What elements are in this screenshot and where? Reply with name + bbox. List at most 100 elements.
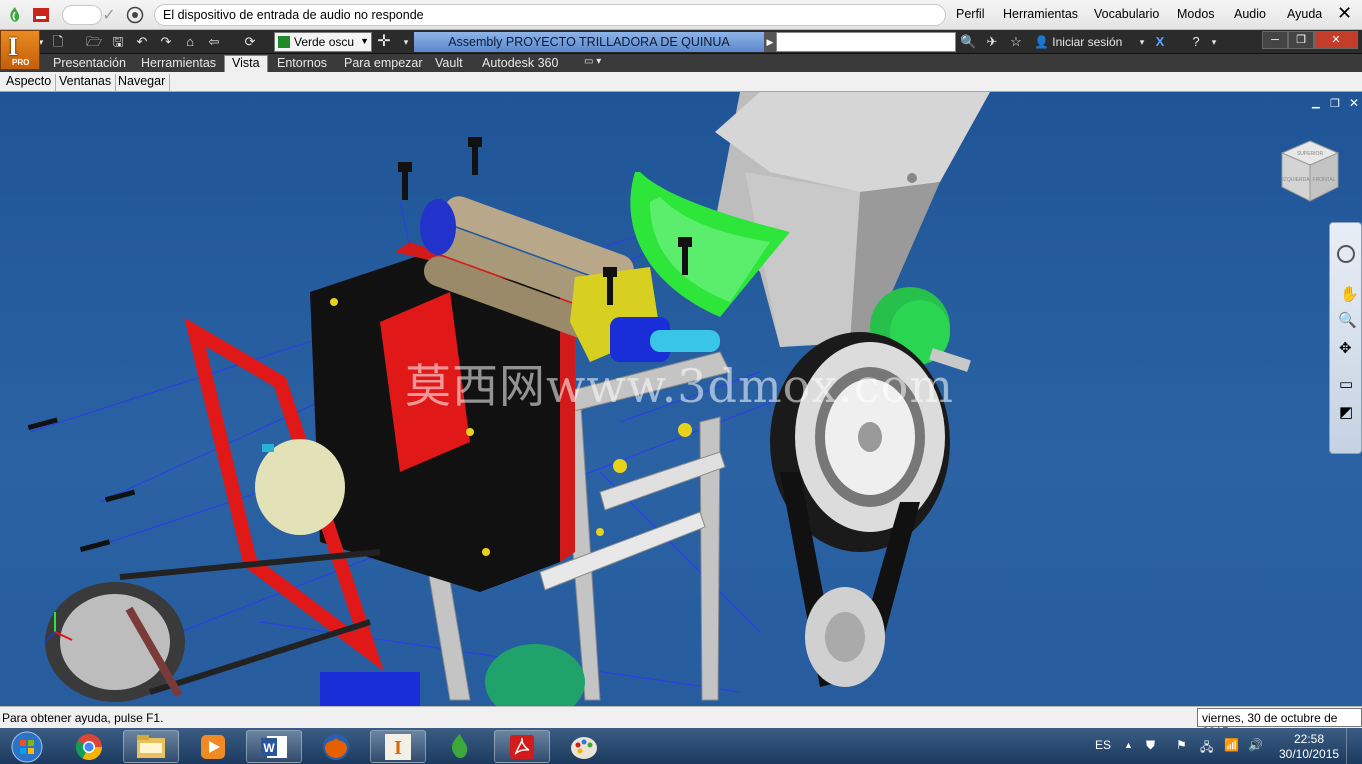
viewport-minimize-icon[interactable]: ▁ bbox=[1312, 98, 1320, 109]
viewcube[interactable]: SUPERIOR IZQUIERDA FRONTAL bbox=[1278, 137, 1342, 207]
inventor-taskbar-icon[interactable]: I bbox=[370, 730, 426, 763]
watermark-text: 莫西网www.3dmox.com bbox=[405, 359, 954, 413]
panel-navegar[interactable]: Navegar bbox=[114, 74, 171, 91]
media-player-icon[interactable] bbox=[185, 730, 241, 763]
language-indicator[interactable]: ES bbox=[1095, 738, 1111, 752]
minimize-button[interactable]: ─ bbox=[1262, 31, 1288, 49]
tab-para-empezar[interactable]: Para empezar bbox=[344, 55, 423, 72]
visual-style-value: Verde oscu bbox=[294, 35, 355, 49]
document-title: Assembly PROYECTO TRILLADORA DE QUINUA bbox=[414, 32, 764, 52]
tab-vault[interactable]: Vault bbox=[435, 55, 463, 72]
motor bbox=[255, 439, 345, 535]
new-file-icon[interactable]: 🗋 bbox=[50, 34, 66, 50]
sign-in-label: Iniciar sesión bbox=[1052, 35, 1123, 49]
svg-text:W: W bbox=[263, 741, 275, 755]
action-center-icon[interactable]: ⚑ bbox=[1176, 738, 1187, 752]
menu-audio[interactable]: Audio bbox=[1234, 7, 1266, 21]
exchange-apps-icon[interactable]: X bbox=[1152, 34, 1168, 50]
word-icon[interactable]: W bbox=[246, 730, 302, 763]
hopper bbox=[715, 92, 990, 347]
status-help-text: Para obtener ayuda, pulse F1. bbox=[2, 711, 164, 725]
quick-access-toolbar: I PRO ▾ 🗋 🗁 🖫 ↶ ↷ ⌂ ⇦ ⟳ Verde oscu ▼ ✛ ▾… bbox=[0, 30, 1362, 70]
menu-modos[interactable]: Modos bbox=[1177, 7, 1215, 21]
tab-presentacion[interactable]: Presentación bbox=[53, 55, 126, 72]
restore-button[interactable]: ❐ bbox=[1288, 31, 1314, 49]
search-input[interactable] bbox=[776, 32, 956, 52]
checkmark-icon[interactable]: ✓ bbox=[100, 6, 118, 24]
chevron-down-icon: ▼ bbox=[360, 36, 369, 46]
inventor-pro-badge: PRO bbox=[12, 58, 30, 67]
viewport-restore-icon[interactable]: ❐ bbox=[1330, 97, 1340, 110]
menu-vocabulario[interactable]: Vocabulario bbox=[1094, 7, 1159, 21]
save-icon[interactable]: 🖫 bbox=[110, 34, 126, 50]
status-bar: Para obtener ayuda, pulse F1. bbox=[0, 706, 1362, 728]
volume-meter bbox=[62, 5, 102, 25]
start-button[interactable] bbox=[0, 730, 54, 763]
svg-text:I: I bbox=[394, 737, 402, 759]
user-icon: 👤 bbox=[1034, 35, 1053, 49]
visual-style-select[interactable]: Verde oscu ▼ bbox=[274, 32, 372, 52]
close-window-button[interactable]: ✕ bbox=[1314, 31, 1358, 49]
show-hidden-icons-icon[interactable]: ▲ bbox=[1124, 740, 1133, 750]
return-icon[interactable]: ⇦ bbox=[206, 34, 222, 50]
sign-in-dropdown-icon[interactable]: ▾ bbox=[1134, 34, 1150, 50]
speech-toolbar: ✓ El dispositivo de entrada de audio no … bbox=[0, 0, 1362, 30]
ribbon-panels: Aspecto Ventanas Navegar bbox=[0, 72, 1362, 92]
redo-icon[interactable]: ↷ bbox=[158, 34, 174, 50]
tab-vista[interactable]: Vista bbox=[224, 55, 268, 72]
pan-icon[interactable]: ✋ bbox=[1340, 285, 1359, 303]
subscription-icon[interactable]: ✈ bbox=[984, 34, 1000, 50]
menu-herramientas[interactable]: Herramientas bbox=[1003, 7, 1078, 21]
viewport-close-icon[interactable]: ✕ bbox=[1349, 96, 1359, 110]
network-signal-icon[interactable]: 📶 bbox=[1224, 738, 1239, 752]
title-expand-icon[interactable]: ▶ bbox=[764, 32, 776, 52]
graphics-viewport[interactable]: 莫西网www.3dmox.com ▁ ❐ ✕ SUPERIOR IZQUIERD… bbox=[0, 92, 1362, 706]
volume-icon[interactable]: 🔊 bbox=[1248, 738, 1263, 752]
update-icon[interactable]: ⟳ bbox=[242, 34, 258, 50]
undo-icon[interactable]: ↶ bbox=[134, 34, 150, 50]
security-shield-icon[interactable]: ⛊ bbox=[1146, 738, 1155, 753]
menu-ayuda[interactable]: Ayuda bbox=[1287, 7, 1322, 21]
application-menu-button[interactable]: I PRO bbox=[0, 30, 40, 70]
navigation-bar: ✋ 🔍 ✥ ▭ ◩ bbox=[1329, 222, 1362, 454]
customize-arrow-icon[interactable]: ▾ bbox=[398, 34, 414, 50]
audio-status-icon[interactable] bbox=[126, 6, 144, 24]
look-at-icon[interactable]: ▭ bbox=[1339, 375, 1353, 393]
ribbon-display-toggle-icon[interactable]: ▭ ▾ bbox=[584, 55, 601, 72]
zoom-icon[interactable]: 🔍 bbox=[1338, 311, 1357, 329]
tab-herramientas[interactable]: Herramientas bbox=[141, 55, 216, 72]
tab-entornos[interactable]: Entornos bbox=[277, 55, 327, 72]
ribbon-tabs: Presentación Herramientas Vista Entornos… bbox=[0, 54, 1362, 72]
microphone-icon[interactable] bbox=[32, 6, 50, 24]
view-face-icon[interactable]: ◩ bbox=[1339, 403, 1353, 421]
acrobat-icon[interactable] bbox=[494, 730, 550, 763]
show-desktop-button[interactable] bbox=[1346, 728, 1362, 764]
sign-in-button[interactable]: 👤 Iniciar sesión bbox=[1034, 35, 1122, 49]
measure-icon[interactable]: ✛ bbox=[376, 34, 392, 50]
favorites-star-icon[interactable]: ☆ bbox=[1008, 34, 1024, 50]
color-swatch-icon bbox=[278, 36, 290, 48]
help-icon[interactable]: ? bbox=[1188, 34, 1204, 50]
open-folder-icon[interactable]: 🗁 bbox=[86, 34, 102, 50]
tab-autodesk-360[interactable]: Autodesk 360 bbox=[482, 55, 558, 72]
close-speech-button[interactable]: ✕ bbox=[1337, 3, 1352, 24]
device-icon[interactable]: 🖧 bbox=[1200, 738, 1213, 759]
panel-ventanas[interactable]: Ventanas bbox=[55, 74, 117, 91]
date-tooltip: viernes, 30 de octubre de 2015 bbox=[1197, 708, 1362, 739]
help-dropdown-icon[interactable]: ▾ bbox=[1206, 34, 1222, 50]
clock-time: 22:58 bbox=[1293, 732, 1325, 746]
dragon-taskbar-icon[interactable] bbox=[432, 730, 488, 763]
search-icon[interactable]: 🔍 bbox=[960, 34, 976, 50]
speech-message: El dispositivo de entrada de audio no re… bbox=[154, 4, 946, 26]
system-clock[interactable]: 22:58 30/10/2015 bbox=[1279, 732, 1339, 762]
chrome-icon[interactable] bbox=[61, 730, 117, 763]
explorer-icon[interactable] bbox=[123, 730, 179, 763]
panel-aspecto[interactable]: Aspecto bbox=[2, 74, 57, 91]
steering-wheel-icon[interactable] bbox=[1337, 245, 1355, 263]
paint-icon[interactable] bbox=[556, 730, 612, 763]
dragon-icon[interactable] bbox=[6, 6, 24, 24]
orbit-icon[interactable]: ✥ bbox=[1339, 339, 1352, 357]
home-icon[interactable]: ⌂ bbox=[182, 34, 198, 50]
menu-perfil[interactable]: Perfil bbox=[956, 7, 984, 21]
firefox-icon[interactable] bbox=[308, 730, 364, 763]
